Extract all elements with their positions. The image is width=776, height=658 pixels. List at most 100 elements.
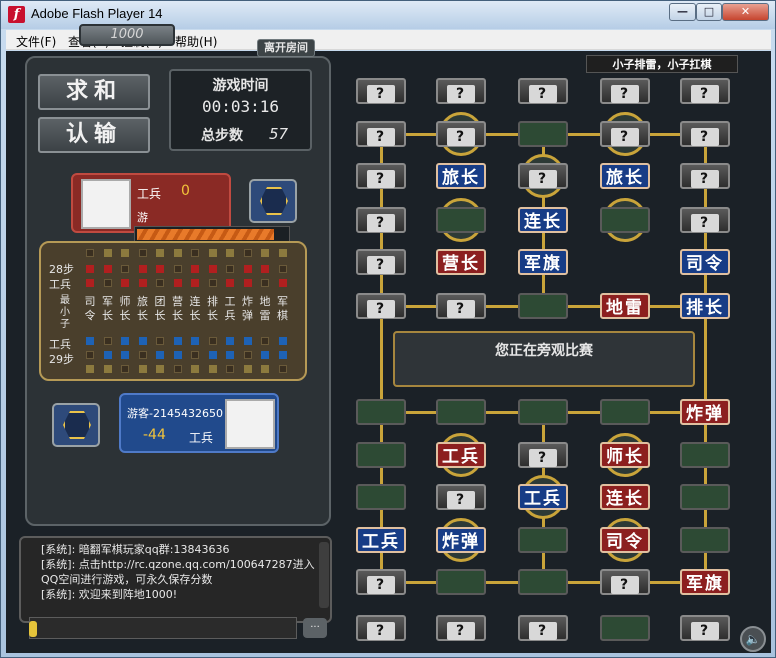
board-empty-post[interactable] — [600, 399, 650, 425]
piece-count-marker — [261, 265, 269, 273]
menu-file[interactable]: 文件(F) — [16, 33, 56, 50]
chat-send-button[interactable]: ··· — [303, 618, 327, 638]
piece-count-marker — [156, 337, 164, 345]
maximize-button[interactable]: □ — [696, 3, 722, 21]
hidden-piece[interactable]: ? — [356, 569, 406, 595]
board-piece[interactable]: 炸弹 — [436, 527, 486, 553]
hidden-piece[interactable]: ? — [356, 207, 406, 233]
board-empty-post[interactable] — [680, 527, 730, 553]
hidden-piece[interactable]: ? — [518, 78, 568, 104]
board-piece[interactable]: 地雷 — [600, 293, 650, 319]
hidden-piece[interactable]: ? — [600, 78, 650, 104]
total-steps-label: 总步数 — [201, 128, 243, 144]
board-piece[interactable]: 旅长 — [600, 163, 650, 189]
hex-badge-bottom[interactable] — [52, 403, 100, 447]
chat-input[interactable] — [29, 617, 297, 639]
piece-count-marker — [138, 265, 147, 273]
piece-count-marker — [121, 249, 129, 257]
board-piece[interactable]: 连长 — [600, 484, 650, 510]
hidden-piece[interactable]: ? — [436, 78, 486, 104]
board-empty-post[interactable] — [356, 484, 406, 510]
board-piece[interactable]: 军旗 — [680, 569, 730, 595]
avatar — [81, 179, 131, 229]
hidden-piece[interactable]: ? — [436, 293, 486, 319]
question-mark-icon: ? — [447, 85, 475, 103]
board-empty-post[interactable] — [680, 484, 730, 510]
board-empty-post[interactable] — [436, 399, 486, 425]
hidden-piece[interactable]: ? — [436, 615, 486, 641]
piece-count-marker — [103, 337, 112, 345]
hidden-piece[interactable]: ? — [600, 569, 650, 595]
chat-scrollbar[interactable] — [319, 542, 329, 608]
board-piece[interactable]: 司令 — [680, 249, 730, 275]
board-piece[interactable]: 军旗 — [518, 249, 568, 275]
piece-count-marker — [208, 351, 217, 359]
board-empty-post[interactable] — [518, 527, 568, 553]
board-empty-post[interactable] — [356, 399, 406, 425]
piece-count-marker — [243, 337, 252, 345]
hidden-piece[interactable]: ? — [600, 121, 650, 147]
board-empty-post[interactable] — [600, 615, 650, 641]
min-piece-label: 最小子 — [60, 295, 70, 330]
hidden-piece[interactable]: ? — [356, 615, 406, 641]
board-empty-post[interactable] — [356, 442, 406, 468]
board-empty-post[interactable] — [518, 293, 568, 319]
stats-column-label: 司 令 — [84, 295, 96, 322]
leave-room-button[interactable]: 离开房间 — [257, 39, 315, 57]
hidden-piece[interactable]: ? — [680, 615, 730, 641]
hex-badge-top[interactable] — [249, 179, 297, 223]
menu-help[interactable]: 帮助(H) — [175, 33, 217, 50]
board-piece[interactable]: 炸弹 — [680, 399, 730, 425]
board-empty-post[interactable] — [680, 442, 730, 468]
question-mark-icon: ? — [611, 576, 639, 594]
hidden-piece[interactable]: ? — [356, 249, 406, 275]
hidden-piece[interactable]: ? — [518, 615, 568, 641]
piece-count-marker — [243, 249, 252, 257]
board-piece[interactable]: 连长 — [518, 207, 568, 233]
hidden-piece[interactable]: ? — [356, 121, 406, 147]
minimize-button[interactable]: — — [669, 3, 696, 21]
piece-count-marker — [121, 351, 129, 359]
piece-count-marker — [138, 337, 147, 345]
hidden-piece[interactable]: ? — [356, 163, 406, 189]
piece-count-marker — [191, 249, 199, 257]
piece-count-marker — [226, 249, 234, 257]
hidden-piece[interactable]: ? — [356, 293, 406, 319]
board-piece[interactable]: 旅长 — [436, 163, 486, 189]
board-piece[interactable]: 工兵 — [356, 527, 406, 553]
hidden-piece[interactable]: ? — [356, 78, 406, 104]
board-piece[interactable]: 司令 — [600, 527, 650, 553]
question-mark-icon: ? — [611, 128, 639, 146]
hidden-piece[interactable]: ? — [518, 442, 568, 468]
board-empty-post[interactable] — [436, 207, 486, 233]
board-empty-post[interactable] — [518, 569, 568, 595]
hidden-piece[interactable]: ? — [680, 163, 730, 189]
chat-line: [系统]: 暗翻军棋玩家qq群:13843636 — [41, 543, 230, 556]
board-empty-post[interactable] — [436, 569, 486, 595]
hidden-piece[interactable]: ? — [680, 78, 730, 104]
board-empty-post[interactable] — [600, 207, 650, 233]
hidden-piece[interactable]: ? — [680, 121, 730, 147]
board-piece[interactable]: 工兵 — [518, 484, 568, 510]
propose-draw-button[interactable]: 求和 — [38, 74, 150, 110]
board-empty-post[interactable] — [518, 121, 568, 147]
board-piece[interactable]: 营长 — [436, 249, 486, 275]
hidden-piece[interactable]: ? — [436, 484, 486, 510]
board-empty-post[interactable] — [518, 399, 568, 425]
piece-count-marker — [261, 279, 269, 287]
board-rail — [380, 121, 383, 591]
piece-stats-panel: 28步 工兵 最小子 工兵 29步 司 令军 长师 长旅 长团 长营 长连 长排… — [39, 241, 307, 381]
board-piece[interactable]: 师长 — [600, 442, 650, 468]
sound-icon[interactable]: 🔈 — [740, 626, 766, 652]
board-piece[interactable]: 工兵 — [436, 442, 486, 468]
emoji-button[interactable] — [29, 621, 37, 637]
piece-count-marker — [173, 249, 182, 257]
piece-count-marker — [226, 265, 234, 273]
stats-column-label: 军 棋 — [277, 295, 288, 322]
close-button[interactable]: ✕ — [722, 3, 769, 21]
hidden-piece[interactable]: ? — [680, 207, 730, 233]
hidden-piece[interactable]: ? — [518, 163, 568, 189]
hidden-piece[interactable]: ? — [436, 121, 486, 147]
board-piece[interactable]: 排长 — [680, 293, 730, 319]
resign-button[interactable]: 认输 — [38, 117, 150, 153]
